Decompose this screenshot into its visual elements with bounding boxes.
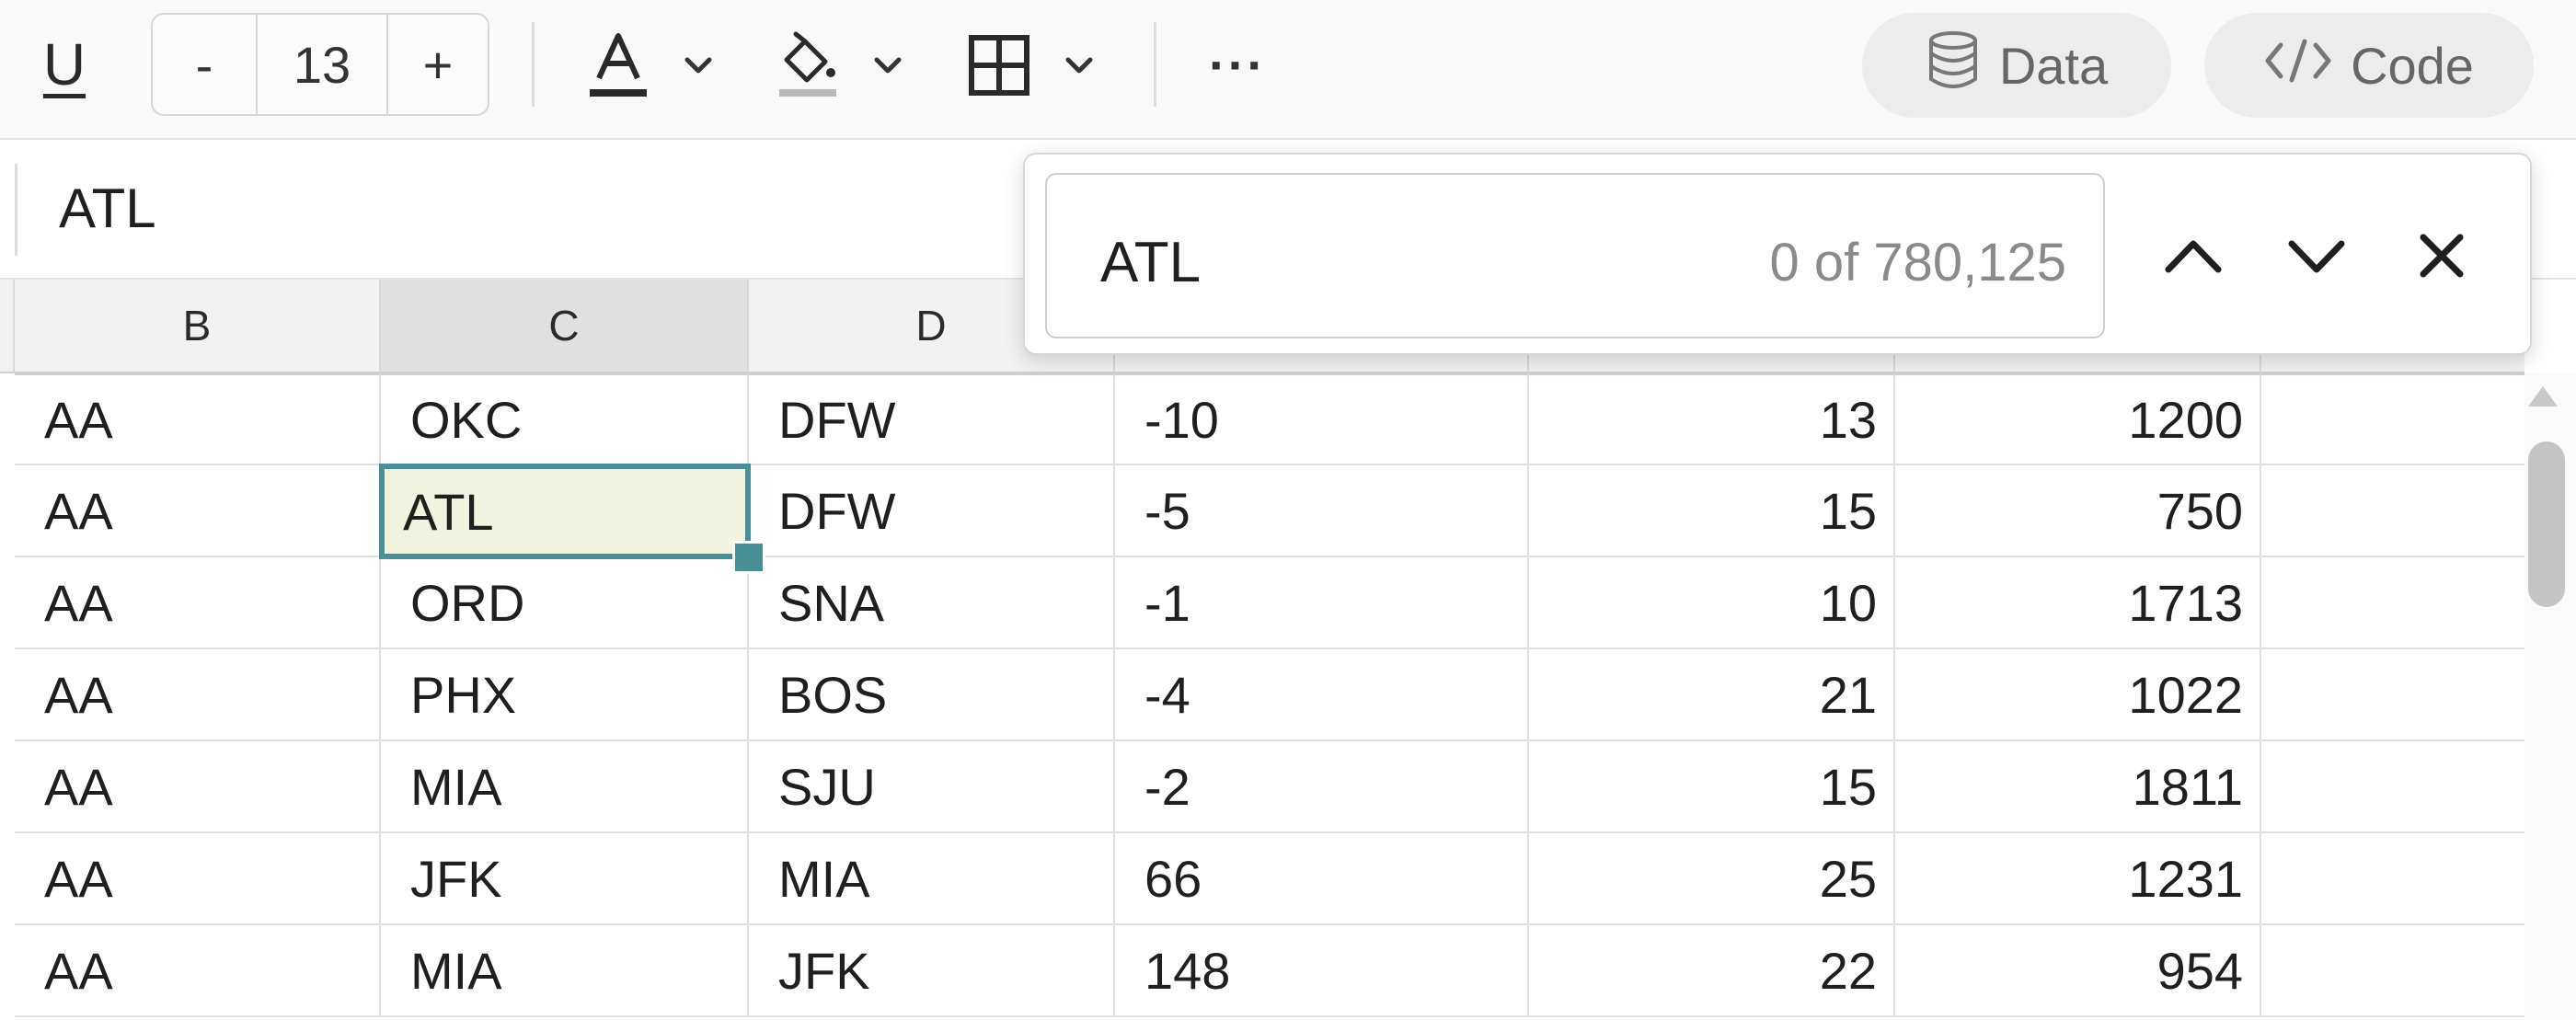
cell-g[interactable]: 1811 <box>1895 741 2261 833</box>
chevron-up-icon <box>2165 240 2222 273</box>
text-color-icon[interactable] <box>581 29 655 102</box>
database-icon <box>1926 29 1981 102</box>
cell-c[interactable]: PHX <box>381 649 749 741</box>
underline-icon[interactable]: U <box>28 28 101 101</box>
cell-h[interactable]: 1 <box>2261 833 2524 925</box>
cell-h[interactable] <box>2261 465 2524 557</box>
column-header-b[interactable]: B <box>15 280 381 373</box>
font-size-decrease-button[interactable]: - <box>153 15 258 114</box>
find-next-button[interactable] <box>2272 212 2361 300</box>
column-header-c[interactable]: C <box>381 280 749 373</box>
formula-bar-divider <box>15 164 17 256</box>
cell-d[interactable]: MIA <box>749 833 1115 925</box>
text-color-dropdown[interactable] <box>581 24 738 107</box>
cell-h[interactable]: 1 <box>2261 925 2524 1017</box>
cell-c[interactable]: MIA <box>381 741 749 833</box>
cell-g[interactable]: 750 <box>1895 465 2261 557</box>
cell-b[interactable]: AA <box>15 925 381 1017</box>
find-query: ATL <box>1100 231 1202 294</box>
cell-f[interactable]: 25 <box>1529 833 1895 925</box>
cell-e[interactable]: 148 <box>1115 925 1529 1017</box>
cell-c[interactable]: JFK <box>381 833 749 925</box>
code-button[interactable]: Code <box>2204 13 2534 118</box>
find-input[interactable]: ATL 0 of 780,125 <box>1045 173 2105 338</box>
cell-e[interactable]: -10 <box>1115 373 1529 465</box>
cell-b[interactable]: AA <box>15 649 381 741</box>
cell-f[interactable]: 15 <box>1529 465 1895 557</box>
cell-c[interactable]: ORD <box>381 557 749 649</box>
cell-f[interactable]: 10 <box>1529 557 1895 649</box>
fill-color-icon[interactable] <box>771 29 845 102</box>
more-icon[interactable]: ··· <box>1196 28 1279 101</box>
cell-g[interactable]: 1231 <box>1895 833 2261 925</box>
cell-g[interactable]: 1022 <box>1895 649 2261 741</box>
borders-dropdown[interactable] <box>962 24 1119 107</box>
cell-g[interactable]: 1200 <box>1895 373 2261 465</box>
data-button-label: Data <box>1998 36 2109 95</box>
cell-d[interactable]: SNA <box>749 557 1115 649</box>
cell-e[interactable]: 66 <box>1115 833 1529 925</box>
chevron-down-icon[interactable] <box>677 44 719 86</box>
font-size-increase-button[interactable]: + <box>388 15 488 114</box>
cell-g[interactable]: 1713 <box>1895 557 2261 649</box>
font-size-value[interactable]: 13 <box>258 15 388 114</box>
data-button[interactable]: Data <box>1862 13 2171 118</box>
cell-c[interactable]: MIA <box>381 925 749 1017</box>
cell-f[interactable]: 15 <box>1529 741 1895 833</box>
cell-g[interactable]: 954 <box>1895 925 2261 1017</box>
cell-b[interactable]: AA <box>15 833 381 925</box>
find-panel: ATL 0 of 780,125 <box>1023 153 2532 355</box>
scrollbar-thumb[interactable] <box>2528 441 2565 607</box>
find-close-button[interactable] <box>2398 212 2486 300</box>
fill-handle[interactable] <box>732 541 765 574</box>
code-button-label: Code <box>2351 36 2474 95</box>
cell-h[interactable]: 1 <box>2261 373 2524 465</box>
cell-d[interactable]: SJU <box>749 741 1115 833</box>
cell-e[interactable]: -1 <box>1115 557 1529 649</box>
cell-d[interactable]: BOS <box>749 649 1115 741</box>
cell-h[interactable]: 2 <box>2261 741 2524 833</box>
row-header-corner <box>0 280 15 373</box>
find-previous-button[interactable] <box>2149 212 2237 300</box>
cell-f[interactable]: 13 <box>1529 373 1895 465</box>
close-icon <box>2420 234 2464 278</box>
cell-f[interactable]: 21 <box>1529 649 1895 741</box>
chevron-down-icon[interactable] <box>867 44 909 86</box>
chevron-down-icon <box>2288 240 2345 273</box>
cell-h[interactable]: 1 <box>2261 649 2524 741</box>
cell-b[interactable]: AA <box>15 373 381 465</box>
toolbar-divider <box>532 22 535 107</box>
cell-d[interactable]: DFW <box>749 465 1115 557</box>
chevron-down-icon[interactable] <box>1058 44 1100 86</box>
selected-cell[interactable]: ATL <box>379 464 751 559</box>
spreadsheet-grid: B C D AAOKCDFW-101312001AAATLDFW-515750A… <box>0 280 2524 1020</box>
cell-d[interactable]: DFW <box>749 373 1115 465</box>
cell-f[interactable]: 22 <box>1529 925 1895 1017</box>
cell-d[interactable]: JFK <box>749 925 1115 1017</box>
borders-icon[interactable] <box>962 29 1036 102</box>
font-size-stepper: - 13 + <box>151 13 489 116</box>
cell-b[interactable]: AA <box>15 557 381 649</box>
cell-b[interactable]: AA <box>15 741 381 833</box>
cell-e[interactable]: -4 <box>1115 649 1529 741</box>
cell-e[interactable]: -2 <box>1115 741 1529 833</box>
code-icon <box>2264 36 2332 96</box>
cell-e[interactable]: -5 <box>1115 465 1529 557</box>
cell-h[interactable]: 1 <box>2261 557 2524 649</box>
cell-b[interactable]: AA <box>15 465 381 557</box>
formula-input[interactable]: ATL <box>59 177 156 240</box>
cell-c[interactable]: OKC <box>381 373 749 465</box>
scroll-up-arrow-icon[interactable] <box>2528 386 2558 407</box>
fill-color-dropdown[interactable] <box>771 24 927 107</box>
toolbar-divider <box>1154 22 1156 107</box>
find-match-count: 0 of 780,125 <box>1769 233 2066 292</box>
